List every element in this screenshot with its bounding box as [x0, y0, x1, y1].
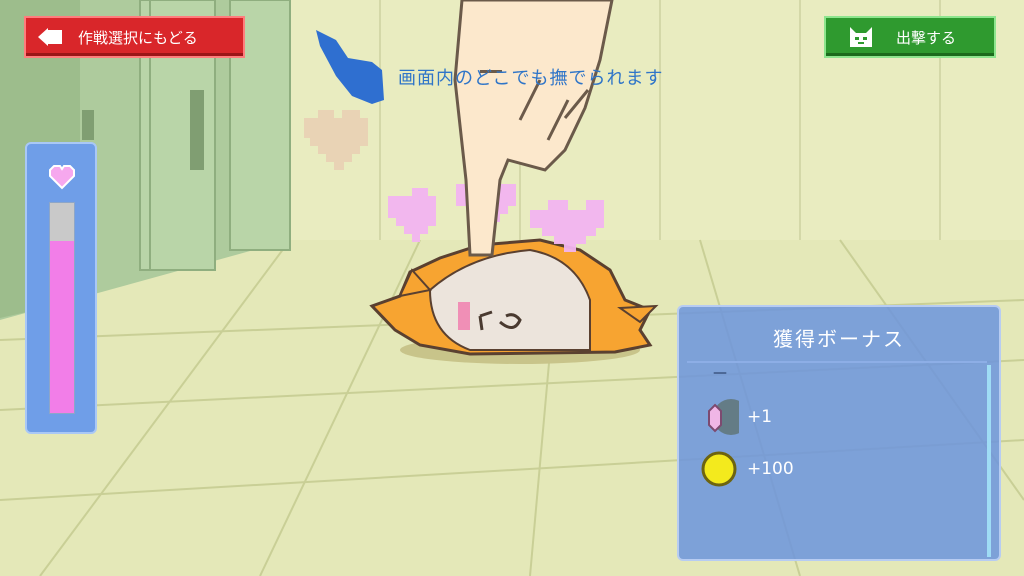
- back-button-label: 作戦選択にもどる: [78, 28, 198, 47]
- crystal-bonus-value: +1: [747, 407, 773, 427]
- bonus-panel-title: 獲得ボーナス: [773, 327, 905, 351]
- bonus-panel-scrollbar[interactable]: [987, 365, 991, 557]
- gold-coin-icon: [699, 449, 739, 489]
- cat-blush: [458, 302, 470, 330]
- affection-gauge: [25, 142, 97, 434]
- petting-hint-text: 画面内のどこでも撫でられます: [398, 68, 664, 89]
- crystal-icon: [699, 397, 739, 437]
- affection-gauge-fill: [50, 240, 74, 413]
- sortie-button[interactable]: 出撃する: [824, 16, 996, 58]
- back-to-strategy-button[interactable]: 作戦選択にもどる: [24, 16, 245, 58]
- gold-bonus-value: +100: [747, 459, 794, 479]
- affection-gauge-track: [49, 202, 75, 414]
- heart-icon: [49, 165, 75, 190]
- bonus-row-gold: +100: [699, 449, 794, 489]
- bonus-row-crystal: +1: [699, 397, 772, 437]
- bonus-separator: —: [713, 365, 727, 381]
- bonus-panel: 獲得ボーナス — +1 +100: [677, 305, 1001, 561]
- exit-arrow-icon: [38, 24, 64, 50]
- sortie-button-label: 出撃する: [896, 28, 957, 47]
- bonus-panel-divider: [687, 361, 987, 363]
- cat-face-icon: [848, 24, 874, 50]
